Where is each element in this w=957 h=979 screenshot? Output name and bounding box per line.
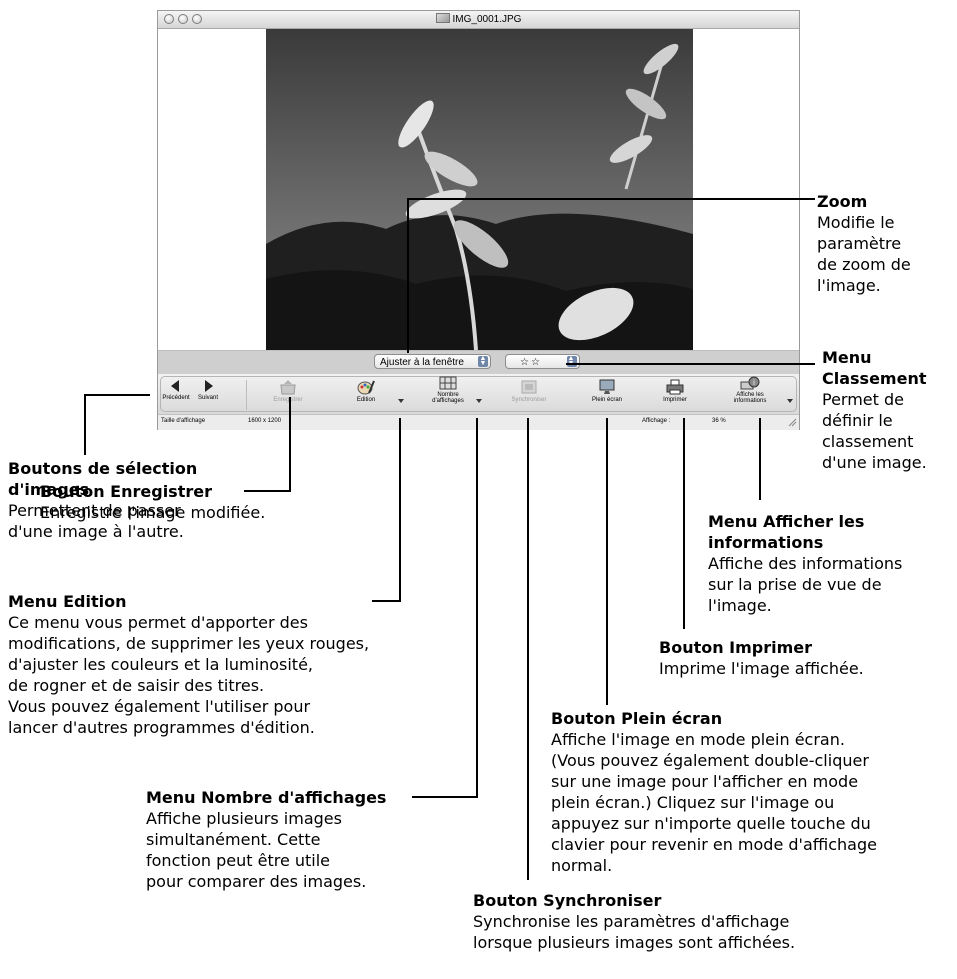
edit-annotation-line: lancer d'autres programmes d'édition.: [8, 718, 315, 737]
layout-annotation: Menu Nombre d'affichages Affiche plusieu…: [146, 787, 386, 892]
save-callout-line: [244, 397, 291, 492]
fullscreen-annotation-line: plein écran.) Cliquez sur l'image ou: [551, 793, 835, 812]
layout-annotation-line: Affiche plusieurs images: [146, 809, 342, 828]
edit-annotation-line: modifications, de supprimer les yeux rou…: [8, 634, 370, 653]
info-annotation-line: Affiche des informations: [708, 554, 903, 573]
print-annotation-title: Bouton Imprimer: [659, 638, 813, 657]
rating-annotation-line: classement: [822, 432, 914, 451]
info-annotation-line: sur la prise de vue de: [708, 575, 882, 594]
zoom-annotation-line: paramètre: [817, 234, 902, 253]
rating-annotation-line: définir le: [822, 411, 893, 430]
layout-annotation-line: pour comparer des images.: [146, 872, 367, 891]
zoom-annotation-line: Modifie le: [817, 213, 895, 232]
layout-annotation-line: fonction peut être utile: [146, 851, 331, 870]
fullscreen-annotation: Bouton Plein écran Affiche l'image en mo…: [551, 708, 877, 876]
sync-annotation-line: Synchronise les paramètres d'affichage: [473, 912, 790, 931]
zoom-callout-line: [407, 198, 815, 353]
rating-annotation: Menu Classement Permet de définir le cla…: [822, 347, 927, 473]
fullscreen-annotation-line: sur une image pour l'afficher en mode: [551, 772, 859, 791]
rating-annotation-line: Permet de: [822, 390, 905, 409]
print-annotation-line: Imprime l'image affichée.: [659, 659, 864, 678]
info-annotation-title: informations: [708, 533, 824, 552]
nav-annotation-line: d'une image à l'autre.: [8, 522, 184, 541]
rating-annotation-title: Classement: [822, 369, 927, 388]
fullscreen-annotation-line: (Vous pouvez également double-cliquer: [551, 751, 869, 770]
layout-callout-line: [412, 418, 478, 798]
edit-annotation-line: Ce menu vous permet d'apporter des: [8, 613, 308, 632]
zoom-annotation: Zoom Modifie le paramètre de zoom de l'i…: [817, 191, 911, 296]
edit-annotation-line: Vous pouvez également l'utiliser pour: [8, 697, 311, 716]
edit-annotation-line: d'ajuster les couleurs et la luminosité,: [8, 655, 313, 674]
rating-annotation-line: d'une image.: [822, 453, 927, 472]
save-annotation-line: Enregistre l'image modifiée.: [40, 503, 266, 522]
nav-callout-line: [84, 394, 150, 455]
fullscreen-annotation-line: appuyez sur n'importe quelle touche du: [551, 814, 871, 833]
zoom-annotation-line: de zoom de: [817, 255, 911, 274]
edit-callout-line: [372, 418, 401, 602]
sync-annotation-title: Bouton Synchroniser: [473, 891, 662, 910]
sync-annotation-line: lorsque plusieurs images sont affichées.: [473, 933, 796, 952]
print-annotation: Bouton Imprimer Imprime l'image affichée…: [659, 637, 864, 679]
info-annotation-title: Menu Afficher les: [708, 512, 865, 531]
sync-annotation: Bouton Synchroniser Synchronise les para…: [473, 890, 795, 953]
info-annotation-line: l'image.: [708, 596, 772, 615]
edit-annotation-line: de rogner et de saisir des titres.: [8, 676, 265, 695]
save-annotation-title: Bouton Enregistrer: [40, 482, 212, 501]
info-annotation: Menu Afficher les informations Affiche d…: [708, 511, 902, 616]
rating-annotation-title: Menu: [822, 348, 872, 367]
zoom-annotation-line: l'image.: [817, 276, 881, 295]
save-annotation: Bouton Enregistrer Enregistre l'image mo…: [40, 481, 265, 523]
edit-annotation-title: Menu Edition: [8, 592, 127, 611]
layout-annotation-title: Menu Nombre d'affichages: [146, 788, 387, 807]
zoom-annotation-title: Zoom: [817, 192, 868, 211]
edit-annotation: Menu Edition Ce menu vous permet d'appor…: [8, 591, 369, 738]
fullscreen-annotation-line: clavier pour revenir en mode d'affichage: [551, 835, 877, 854]
nav-annotation-title: Boutons de sélection: [8, 459, 198, 478]
layout-annotation-line: simultanément. Cette: [146, 830, 321, 849]
fullscreen-annotation-title: Bouton Plein écran: [551, 709, 723, 728]
fullscreen-annotation-line: Affiche l'image en mode plein écran.: [551, 730, 845, 749]
fullscreen-annotation-line: normal.: [551, 856, 613, 875]
